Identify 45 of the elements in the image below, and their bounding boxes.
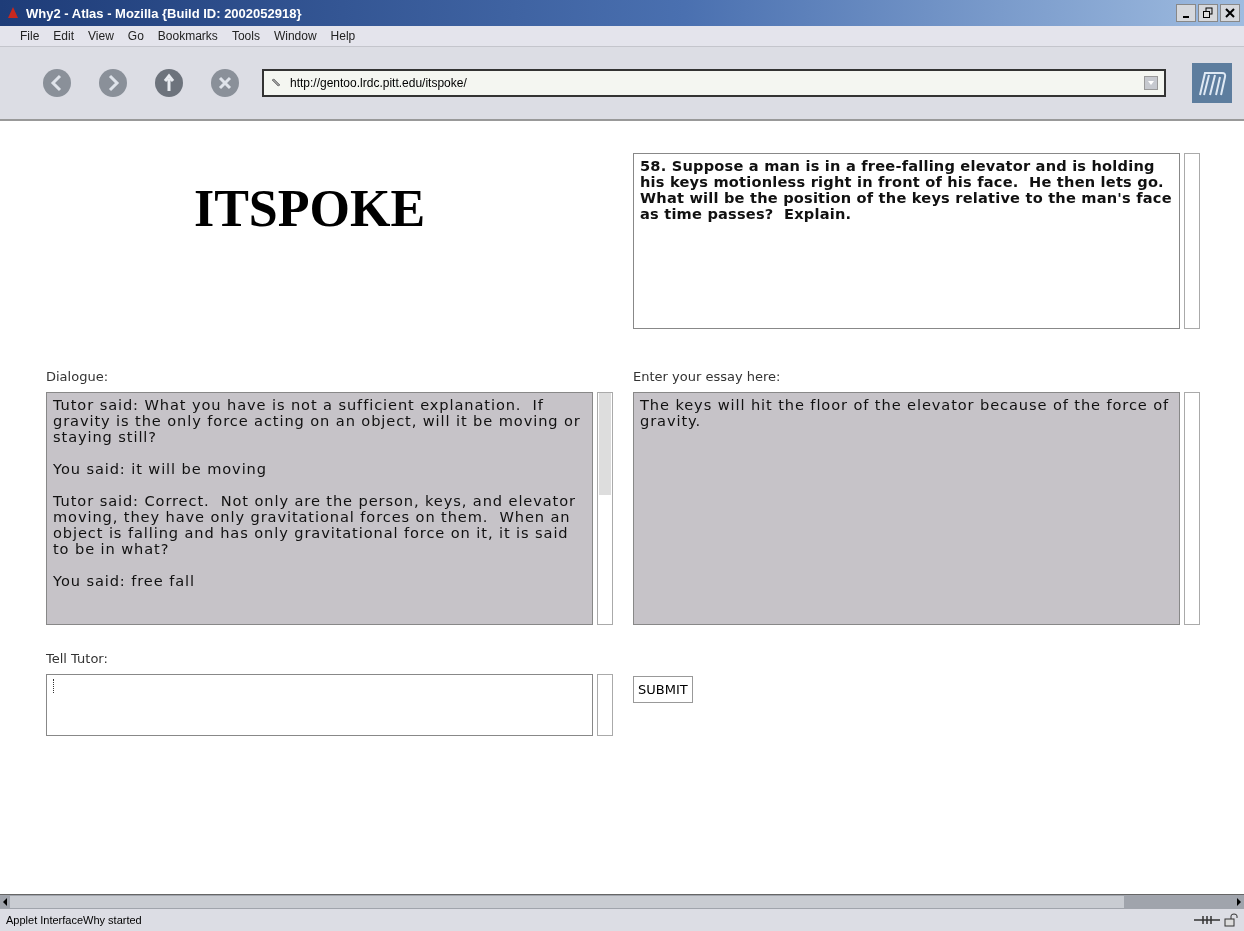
app-icon: [6, 6, 20, 20]
scrollbar[interactable]: [1184, 392, 1200, 625]
menu-item[interactable]: Help: [330, 29, 356, 43]
forward-button[interactable]: [98, 68, 128, 98]
problem-text: 58. Suppose a man is in a free-falling elevator and is holding his keys motionless right in front of his face. He then lets go. What will be the position of the keys relative to the man's face as time passes? Explain.: [640, 157, 1173, 222]
tell-tutor-label: Tell Tutor:: [46, 650, 109, 668]
throbber-icon[interactable]: [1192, 63, 1232, 103]
stop-button[interactable]: [210, 68, 240, 98]
menu-item[interactable]: View: [88, 29, 114, 43]
submit-button[interactable]: SUBMIT: [633, 676, 693, 703]
minimize-button[interactable]: [1176, 4, 1196, 22]
dialogue-message: You said: free fall: [53, 573, 196, 589]
close-button[interactable]: [1220, 4, 1240, 22]
scrollbar[interactable]: [1184, 153, 1200, 329]
restore-button[interactable]: [1198, 4, 1218, 22]
window-title: Why2 - Atlas - Mozilla {Build ID: 2002052918}: [26, 5, 302, 21]
menu-item[interactable]: Window: [273, 29, 317, 43]
dialogue-message: You said: it will be moving: [53, 461, 268, 477]
dialogue-message: Tutor said: Correct. Not only are the person, keys, and elevator moving, they have only gravitational forces on them. When an object is falling and has only gravitational force on it, it is said to be in what?: [53, 493, 577, 557]
back-button[interactable]: [42, 68, 72, 98]
horizontal-scrollbar[interactable]: [0, 894, 1244, 909]
page-icon: [270, 77, 282, 89]
menu-item[interactable]: Go: [127, 29, 144, 43]
menu-item[interactable]: File: [20, 29, 40, 43]
scrollbar[interactable]: [597, 674, 613, 736]
dialogue-label: Dialogue:: [46, 368, 110, 386]
dropdown-icon[interactable]: [1144, 76, 1158, 90]
scroll-right-icon[interactable]: [1234, 895, 1244, 909]
address-field[interactable]: http://gentoo.lrdc.pitt.edu/itspoke/: [262, 69, 1166, 97]
connection-icon: [1194, 914, 1220, 926]
padlock-icon: [1224, 913, 1238, 927]
essay-field[interactable]: The keys will hit the floor of the elevator because of the force of gravity.: [633, 392, 1180, 625]
reload-button[interactable]: [154, 68, 184, 98]
tell-tutor-field[interactable]: [46, 674, 593, 736]
menu-item[interactable]: Tools: [231, 29, 260, 43]
logo-text: ITSPOKE: [193, 179, 426, 238]
scrollbar[interactable]: [597, 392, 613, 625]
status-text: Applet InterfaceWhy started: [6, 914, 143, 926]
dialogue-message: Tutor said: What you have is not a sufficient explanation. If gravity is the only force acting on an object, will it be moving or staying still?: [53, 397, 582, 445]
minimize-icon: [1183, 16, 1189, 18]
essay-label: Enter your essay here:: [633, 368, 782, 386]
menu-item[interactable]: Bookmarks: [157, 29, 218, 43]
close-icon: [1224, 7, 1236, 19]
restore-icon: [1202, 7, 1214, 19]
menu-item[interactable]: Edit: [53, 29, 75, 43]
